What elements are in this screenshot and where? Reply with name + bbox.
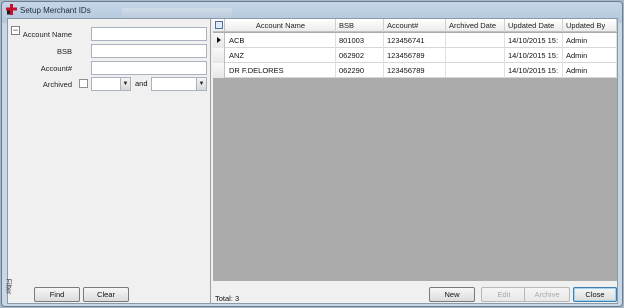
chevron-down-icon[interactable]: ▼ <box>196 78 206 90</box>
cell-account-number[interactable]: 123456789 <box>384 63 446 78</box>
row-selector[interactable] <box>213 33 225 48</box>
filter-tab-label: Filter <box>4 278 12 295</box>
archived-and-label: and <box>135 79 148 88</box>
window-title: Setup Merchant IDs <box>20 6 91 15</box>
chevron-down-icon[interactable]: ▼ <box>120 78 130 90</box>
column-header-updated-by[interactable]: Updated By <box>563 19 617 32</box>
table-row[interactable]: ACB 801003 123456741 14/10/2015 15: Admin <box>213 33 617 48</box>
cell-updated-by[interactable]: Admin <box>563 63 617 78</box>
cell-updated-date[interactable]: 14/10/2015 15: <box>505 63 563 78</box>
find-button[interactable]: Find <box>34 287 80 302</box>
account-number-label: Account# <box>40 64 72 73</box>
cell-account-number[interactable]: 123456789 <box>384 48 446 63</box>
cell-account-name[interactable]: DR F.DELORES <box>226 63 336 78</box>
account-number-input[interactable] <box>91 61 207 75</box>
cell-updated-date[interactable]: 14/10/2015 15: <box>505 33 563 48</box>
cell-updated-date[interactable]: 14/10/2015 15: <box>505 48 563 63</box>
client-area: − Account Name BSB Account# Archived ▼ a… <box>4 18 618 304</box>
grid-header: Account Name BSB Account# Archived Date … <box>213 19 617 32</box>
cell-updated-by[interactable]: Admin <box>563 48 617 63</box>
table-row[interactable]: DR F.DELORES 062290 123456789 14/10/2015 15… <box>213 63 617 78</box>
archive-button: Archive <box>524 287 570 302</box>
row-selector[interactable] <box>213 63 225 78</box>
archived-to-date-picker[interactable]: ▼ <box>151 77 207 91</box>
cell-bsb[interactable]: 062902 <box>336 48 384 63</box>
table-row[interactable]: ANZ 062902 123456789 14/10/2015 15: Admin <box>213 48 617 63</box>
edit-button: Edit <box>481 287 527 302</box>
cell-bsb[interactable]: 801003 <box>336 33 384 48</box>
filter-side-tab[interactable]: Filter <box>4 274 18 302</box>
cell-account-name[interactable]: ANZ <box>226 48 336 63</box>
title-bar[interactable]: Setup Merchant IDs <box>2 2 622 18</box>
column-header-updated-date[interactable]: Updated Date <box>505 19 563 32</box>
cell-account-name[interactable]: ACB <box>226 33 336 48</box>
total-count: Total: 3 <box>215 294 240 303</box>
column-header-account-name[interactable]: Account Name <box>226 19 336 32</box>
archived-from-date-picker[interactable]: ▼ <box>91 77 131 91</box>
cell-archived-date[interactable] <box>446 63 505 78</box>
background-window-tabs <box>122 8 232 18</box>
app-window: Setup Merchant IDs − Account Name BSB Ac… <box>1 1 623 307</box>
current-row-arrow-icon <box>217 37 221 43</box>
new-button[interactable]: New <box>429 287 475 302</box>
close-button[interactable]: Close <box>573 287 617 302</box>
column-chooser-button[interactable] <box>213 19 225 32</box>
column-header-account-number[interactable]: Account# <box>384 19 446 32</box>
cell-account-number[interactable]: 123456741 <box>384 33 446 48</box>
cell-updated-by[interactable]: Admin <box>563 33 617 48</box>
archived-checkbox[interactable] <box>79 79 88 88</box>
bsb-input[interactable] <box>91 44 207 58</box>
account-name-input[interactable] <box>91 27 207 41</box>
archived-label: Archived <box>42 80 72 89</box>
merchant-grid: Account Name BSB Account# Archived Date … <box>213 19 617 281</box>
row-selector[interactable] <box>213 48 225 63</box>
cell-archived-date[interactable] <box>446 33 505 48</box>
cell-archived-date[interactable] <box>446 48 505 63</box>
clear-button[interactable]: Clear <box>83 287 129 302</box>
account-name-label: Account Name <box>22 30 72 39</box>
column-chooser-icon <box>215 21 223 29</box>
filter-panel: − Account Name BSB Account# Archived ▼ a… <box>4 19 211 303</box>
red-cross-icon <box>6 4 17 15</box>
column-header-bsb[interactable]: BSB <box>336 19 384 32</box>
cell-bsb[interactable]: 062290 <box>336 63 384 78</box>
bsb-label: BSB <box>56 47 72 56</box>
column-header-archived-date[interactable]: Archived Date <box>446 19 505 32</box>
